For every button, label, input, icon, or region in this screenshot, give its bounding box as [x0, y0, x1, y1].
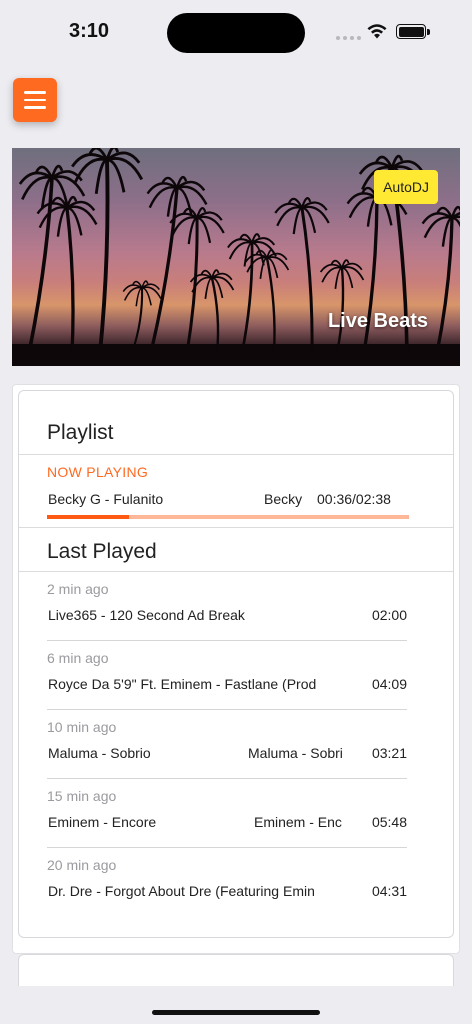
- now-playing-section: NOW PLAYING Becky G - Fulanito Becky 00:…: [19, 455, 453, 528]
- played-ago: 20 min ago: [47, 857, 117, 873]
- track-title: Maluma - Sobrio: [48, 745, 151, 761]
- track-artist: Eminem - Enc: [254, 814, 342, 830]
- track-duration: 05:48: [371, 814, 407, 830]
- now-playing-artist: Becky: [264, 491, 303, 507]
- hamburger-icon: [24, 91, 46, 94]
- playlist-card: Playlist NOW PLAYING Becky G - Fulanito …: [18, 390, 454, 938]
- list-item[interactable]: 10 min ago Maluma - Sobrio Maluma - Sobr…: [47, 710, 407, 779]
- progress-fill: [47, 515, 130, 519]
- home-indicator-area: [0, 986, 472, 1024]
- wifi-icon: [367, 24, 387, 39]
- battery-icon: [396, 24, 430, 39]
- now-playing-label: NOW PLAYING: [47, 464, 149, 480]
- status-bar: 3:10: [0, 0, 472, 64]
- played-ago: 15 min ago: [47, 788, 117, 804]
- played-ago: 2 min ago: [47, 581, 109, 597]
- now-playing-time: 00:36/02:38: [317, 491, 391, 507]
- last-played-list: 2 min ago Live365 - 120 Second Ad Break …: [19, 572, 453, 917]
- cellular-signal-icon: [336, 36, 361, 40]
- played-ago: 6 min ago: [47, 650, 109, 666]
- station-name: Live Beats: [327, 310, 428, 332]
- list-item[interactable]: 15 min ago Eminem - Encore Eminem - Enc …: [47, 779, 407, 848]
- list-item[interactable]: 6 min ago Royce Da 5'9" Ft. Eminem - Fas…: [47, 641, 407, 710]
- menu-button[interactable]: [13, 78, 57, 122]
- track-title: Royce Da 5'9" Ft. Eminem - Fastlane (Pro…: [48, 676, 317, 692]
- track-duration: 02:00: [371, 607, 407, 623]
- last-played-title: Last Played: [19, 528, 453, 572]
- now-playing-track: Becky G - Fulanito: [48, 491, 164, 507]
- station-hero-image: AutoDJ Live Beats: [12, 148, 460, 366]
- track-duration: 03:21: [371, 745, 407, 761]
- track-artist: Maluma - Sobri: [248, 745, 343, 761]
- list-item[interactable]: 20 min ago Dr. Dre - Forgot About Dre (F…: [47, 848, 407, 917]
- list-item[interactable]: 2 min ago Live365 - 120 Second Ad Break …: [47, 572, 407, 641]
- track-title: Dr. Dre - Forgot About Dre (Featuring Em…: [48, 883, 315, 899]
- home-indicator[interactable]: [152, 1010, 320, 1015]
- progress-bar: [47, 515, 409, 519]
- status-time: 3:10: [69, 20, 110, 42]
- track-duration: 04:09: [371, 676, 407, 692]
- dynamic-island: [167, 13, 305, 53]
- track-title: Live365 - 120 Second Ad Break: [48, 607, 245, 623]
- track-title: Eminem - Encore: [48, 814, 157, 830]
- played-ago: 10 min ago: [47, 719, 117, 735]
- playlist-title: Playlist: [19, 391, 453, 455]
- autodj-badge: AutoDJ: [374, 170, 438, 204]
- track-duration: 04:31: [371, 883, 407, 899]
